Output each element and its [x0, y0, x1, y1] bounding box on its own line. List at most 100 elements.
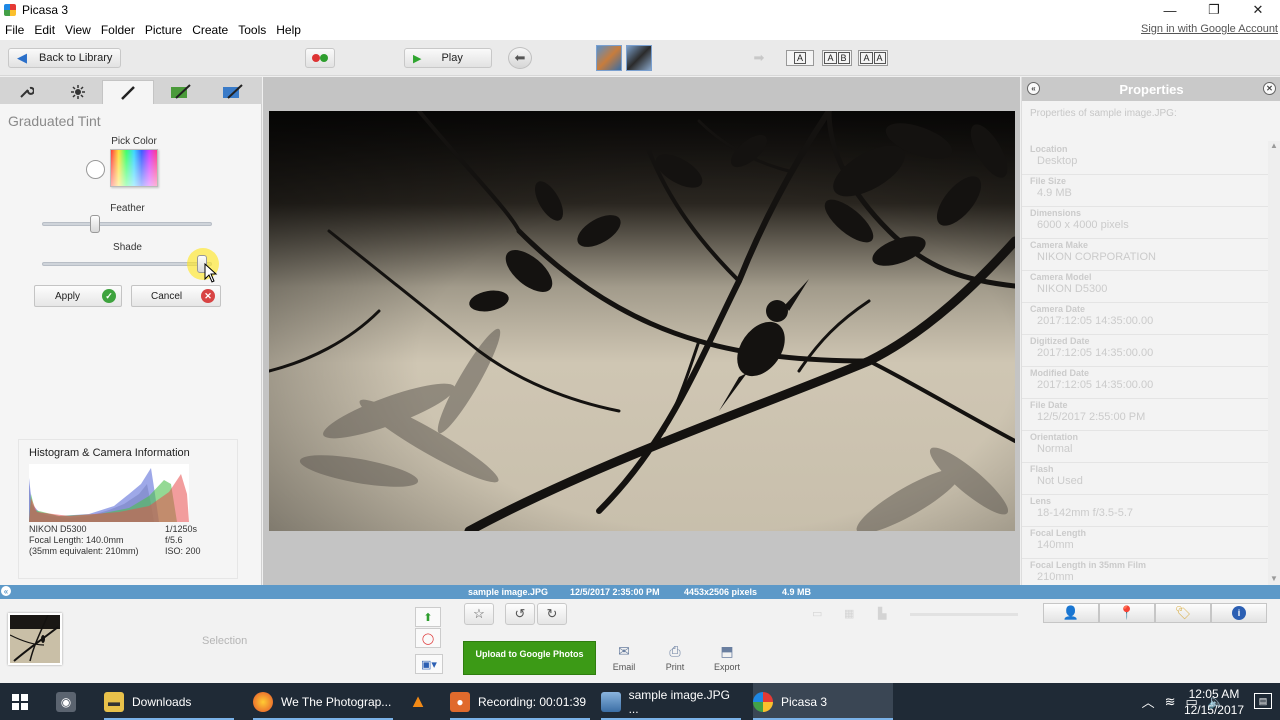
restore-button[interactable]: ❐	[1192, 0, 1236, 20]
photo-preview[interactable]	[269, 111, 1015, 531]
status-date: 12/5/2017 2:35:00 PM	[570, 587, 660, 597]
previous-image-button[interactable]: ⬅	[508, 47, 532, 69]
rotate-right-icon: ↻	[546, 606, 558, 621]
property-row: File Date 12/5/2017 2:55:00 PM	[1022, 399, 1280, 431]
property-row: Location Desktop	[1022, 143, 1280, 175]
filmstrip-thumbnail-current[interactable]	[626, 45, 652, 71]
effects-brush-icon	[171, 84, 191, 99]
menu-folder[interactable]: Folder	[96, 23, 140, 37]
pick-color-label: Pick Color	[111, 136, 157, 147]
text-size-large-button[interactable]: A A	[858, 50, 888, 66]
taskbar-app-cortana[interactable]: ◉	[56, 683, 84, 720]
tab-effects-2[interactable]	[155, 80, 207, 104]
property-name: Camera Date	[1030, 304, 1086, 314]
taskbar-app-vlc[interactable]: ▲	[408, 683, 436, 720]
properties-scrollbar[interactable]: ▲ ▼	[1268, 141, 1280, 585]
cancel-button[interactable]: Cancel ✕	[131, 285, 221, 307]
hold-pin-button[interactable]: ⬆	[415, 607, 441, 627]
text-size-medium-button[interactable]: A B	[822, 50, 852, 66]
printer-icon: ⎙	[669, 643, 681, 659]
selection-thumbnail[interactable]	[8, 613, 62, 665]
email-icon: ✉	[618, 643, 630, 659]
green-pin-icon: ⬆	[423, 611, 433, 624]
taskbar-label: Picasa 3	[781, 694, 828, 709]
menu-help[interactable]: Help	[271, 23, 306, 37]
view-mode-icon[interactable]: ▭	[812, 607, 822, 620]
sign-in-link[interactable]: Sign in with Google Account	[1141, 23, 1278, 35]
taskbar-app-firefox[interactable]: We The Photograp...	[253, 683, 393, 720]
rotate-right-button[interactable]: ↻	[537, 603, 567, 625]
property-value: 140mm	[1037, 539, 1074, 551]
add-to-album-button[interactable]: ▣▾	[415, 654, 443, 674]
property-name: Location	[1030, 144, 1068, 154]
tags-panel-button[interactable]: 🏷	[1155, 603, 1211, 623]
color-picker[interactable]	[110, 149, 158, 187]
print-button[interactable]: ⎙ Print	[655, 643, 695, 672]
system-clock[interactable]: 12:05 AM 12/15/2017	[1184, 686, 1244, 718]
collapse-panel-icon[interactable]: «	[1027, 82, 1040, 95]
email-button[interactable]: ✉ Email	[604, 643, 644, 672]
notifications-icon[interactable]: ▤	[1254, 693, 1272, 709]
collapse-tray-icon[interactable]: «	[1, 586, 11, 596]
back-to-library-button[interactable]: ◀ Back to Library	[8, 48, 121, 68]
taskbar-app-photo-viewer[interactable]: sample image.JPG ...	[601, 683, 741, 720]
upload-to-google-photos-button[interactable]: Upload to Google Photos	[463, 641, 596, 675]
grid-view-icon[interactable]: ▦	[844, 607, 854, 620]
network-icon[interactable]: ≋	[1165, 694, 1176, 710]
tab-basic-fixes[interactable]	[0, 80, 52, 104]
properties-list: Location Desktop File Size 4.9 MB Dimensio…	[1022, 143, 1280, 591]
clear-selection-button[interactable]: ◯	[415, 628, 441, 648]
filter-icon[interactable]: ▙	[878, 607, 886, 620]
property-name: Camera Make	[1030, 240, 1089, 250]
properties-panel-button[interactable]: i	[1211, 603, 1267, 623]
apply-button[interactable]: Apply ✓	[34, 285, 122, 307]
scroll-down-icon[interactable]: ▼	[1270, 574, 1278, 583]
taskbar-app-downloads[interactable]: ▬ Downloads	[104, 683, 234, 720]
menu-create[interactable]: Create	[187, 23, 233, 37]
firefox-icon	[253, 691, 273, 712]
close-panel-icon[interactable]: ✕	[1263, 82, 1276, 95]
iso: ISO: 200	[165, 546, 201, 556]
tab-effects[interactable]	[102, 80, 154, 104]
taskbar-app-picasa[interactable]: Picasa 3	[753, 683, 893, 720]
next-image-button[interactable]: ➡	[747, 47, 771, 69]
star-icon: ☆	[473, 606, 485, 621]
people-panel-button[interactable]: 👤	[1043, 603, 1099, 623]
menu-view[interactable]: View	[60, 23, 96, 37]
menu-tools[interactable]: Tools	[233, 23, 271, 37]
places-panel-button[interactable]: 📍	[1099, 603, 1155, 623]
email-label: Email	[612, 662, 636, 672]
histogram-chart	[29, 464, 189, 522]
tab-effects-3[interactable]	[207, 80, 259, 104]
scroll-up-icon[interactable]: ▲	[1270, 141, 1278, 150]
aperture: f/5.6	[165, 535, 183, 545]
property-name: Camera Model	[1030, 272, 1092, 282]
export-button[interactable]: ⬒ Export	[707, 643, 747, 672]
filmstrip-thumbnail[interactable]	[596, 45, 622, 71]
star-button[interactable]: ☆	[464, 603, 494, 625]
right-arrow-icon: ➡	[753, 50, 765, 65]
minimize-button[interactable]: —	[1148, 0, 1192, 20]
status-filename: sample image.JPG	[468, 587, 549, 597]
property-value: 12/5/2017 2:55:00 PM	[1037, 411, 1146, 423]
start-button[interactable]	[0, 683, 40, 720]
rotate-left-button[interactable]: ↺	[505, 603, 535, 625]
properties-panel: « Properties ✕ Properties of sample imag…	[1021, 77, 1280, 591]
menu-file[interactable]: File	[0, 23, 29, 37]
fix-redeye-toggle-button[interactable]	[305, 48, 335, 68]
selected-color-swatch[interactable]	[86, 160, 105, 179]
tab-tuning[interactable]	[52, 80, 104, 104]
text-size-small-button[interactable]: A	[786, 50, 814, 66]
menu-edit[interactable]: Edit	[29, 23, 60, 37]
chevron-up-icon[interactable]: ︿	[1142, 692, 1155, 711]
property-value: Desktop	[1037, 155, 1078, 167]
feather-slider[interactable]	[42, 222, 212, 226]
property-name: Lens	[1030, 496, 1052, 506]
thumbnail-size-slider[interactable]	[910, 613, 1018, 616]
close-button[interactable]: ✕	[1236, 0, 1280, 20]
play-button[interactable]: ▶ Play	[404, 48, 492, 68]
property-row: Lens 18-142mm f/3.5-5.7	[1022, 495, 1280, 527]
menu-picture[interactable]: Picture	[140, 23, 187, 37]
taskbar-app-recorder[interactable]: ● Recording: 00:01:39	[450, 683, 590, 720]
feather-slider-thumb[interactable]	[90, 215, 100, 233]
